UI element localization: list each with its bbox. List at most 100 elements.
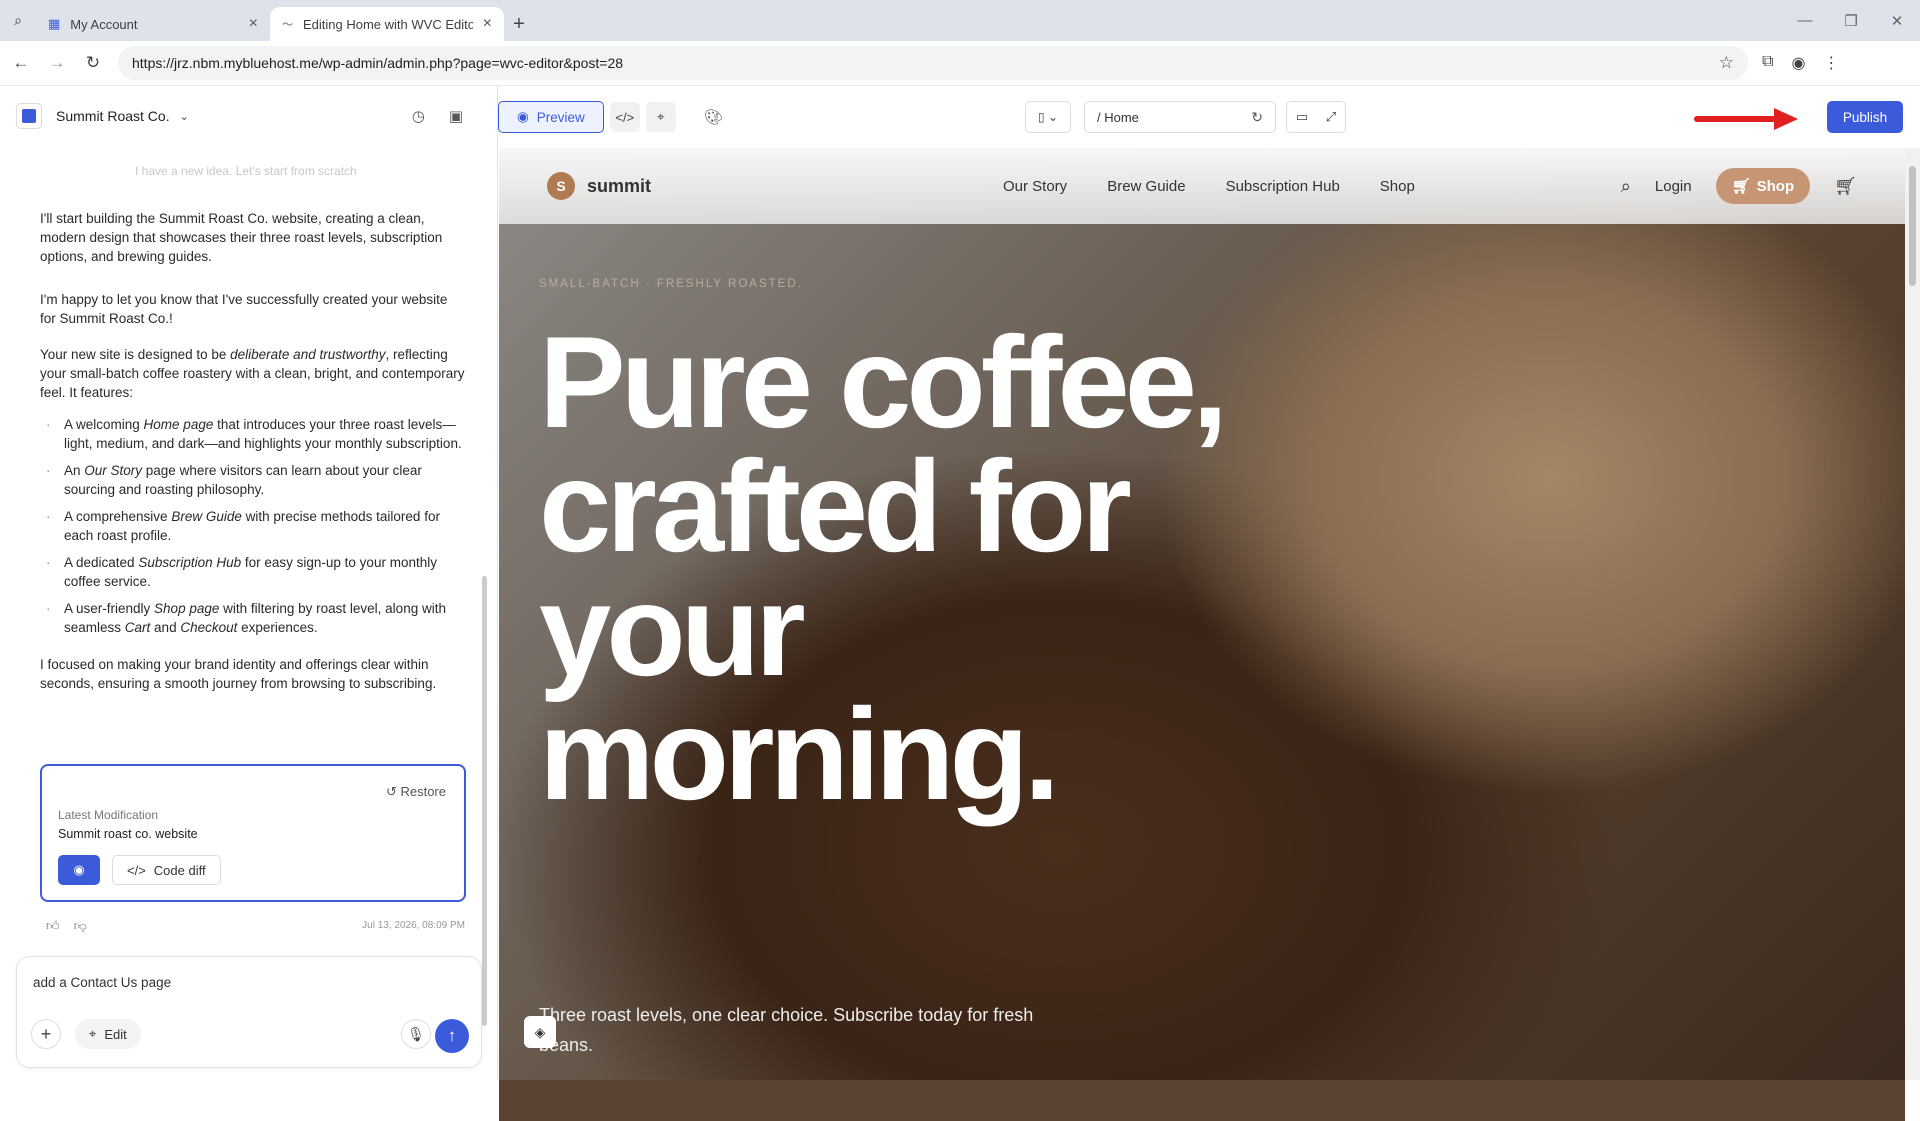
close-tab-icon[interactable]: × [483, 15, 492, 33]
login-link[interactable]: Login [1655, 178, 1692, 195]
code-icon: </> [127, 862, 146, 878]
address-bar: ← → ↻ ⚙ https://jrz.nbm.mybluehost.me/wp… [0, 41, 1920, 1121]
hero-kicker: SMALL-BATCH · FRESHLY ROASTED. [539, 278, 803, 290]
text-emphasis: Brew Guide [171, 509, 242, 524]
hero-subtitle: Three roast levels, one clear choice. Su… [539, 1005, 1034, 1055]
chevron-down-icon: ⌄ [1047, 110, 1058, 124]
assistant-message: Your new site is designed to be delibera… [40, 345, 466, 402]
browser-tab-bar: ⌕ ▦ My Account × 〜 Editing Home with WVC… [0, 0, 1920, 41]
window-controls: — ❐ ✕ [1782, 0, 1920, 41]
forward-icon[interactable]: → [42, 48, 72, 78]
select-tool-icon[interactable]: ⌖ [645, 102, 676, 132]
publish-button[interactable]: Publish [1827, 101, 1903, 133]
back-icon[interactable]: ← [6, 48, 36, 78]
minimize-icon[interactable]: — [1782, 12, 1828, 29]
site-name-selector[interactable]: Summit Roast Co. [56, 108, 170, 124]
edit-label: Edit [104, 1026, 127, 1042]
restore-label: Restore [400, 784, 446, 799]
text-span: Your new site is designed to be [40, 347, 231, 362]
list-item: A dedicated Subscription Hub for easy si… [46, 553, 466, 591]
layers-icon[interactable]: ◈ [524, 1016, 556, 1048]
pointer-select-icon: ⌖ [89, 1026, 97, 1041]
nav-our-story[interactable]: Our Story [1003, 178, 1067, 195]
url-text: https://jrz.nbm.mybluehost.me/wp-admin/a… [132, 55, 624, 71]
device-controls: ▭ ⤢ [1286, 101, 1346, 133]
preview-label: Preview [536, 109, 585, 125]
list-item: An Our Story page where visitors can lea… [46, 461, 466, 499]
site-logo-icon [16, 103, 42, 129]
new-tab-icon[interactable]: + [504, 7, 534, 41]
site-brand[interactable]: summit [587, 176, 651, 197]
thumbs-up-icon[interactable]: 👍︎ [46, 918, 60, 934]
tab-search-icon[interactable]: ⌕ [0, 0, 36, 41]
assistant-message: I'm happy to let you know that I've succ… [40, 292, 448, 326]
site-logo[interactable]: S [547, 172, 575, 200]
cart-icon: 🛒︎ [1731, 178, 1751, 195]
preview-version-button[interactable]: ◉ [58, 855, 100, 885]
previous-user-message: I have a new idea. Let's start from scra… [135, 164, 357, 178]
shop-button[interactable]: 🛒︎ Shop [1715, 168, 1811, 204]
text-emphasis: deliberate and trustworthy [230, 347, 386, 362]
microphone-icon[interactable]: 🎙︎ [401, 1019, 431, 1049]
eye-icon: ◉ [517, 109, 529, 124]
add-attachment-icon[interactable]: + [31, 1019, 61, 1049]
chat-input[interactable]: add a Contact Us page [33, 975, 171, 990]
fullscreen-icon[interactable]: ⤢ [1326, 109, 1336, 125]
url-field[interactable]: ⚙ https://jrz.nbm.mybluehost.me/wp-admin… [118, 46, 1905, 1121]
tab-editing-home[interactable]: 〜 Editing Home with WVC Editor × [270, 7, 504, 41]
editor-toolbar: ◉ Preview </> ⌖ 🎨︎ ▯ ⌄ / Home ↻ ▭ ⤢ Publish [498, 86, 1920, 148]
eye-icon: ◉ [73, 862, 85, 877]
site-nav: Our Story Brew Guide Subscription Hub Sh… [1003, 178, 1415, 195]
nav-brew-guide[interactable]: Brew Guide [1107, 178, 1185, 195]
sidebar-toggle-icon[interactable]: ▣ [449, 107, 463, 125]
edit-mode-button[interactable]: ⌖ Edit [75, 1019, 141, 1049]
preview-button[interactable]: ◉ Preview [498, 101, 604, 133]
close-tab-icon[interactable]: × [249, 15, 258, 33]
profile-icon[interactable]: ◉ [1791, 53, 1805, 73]
code-diff-label: Code diff [153, 862, 206, 878]
chat-scrollbar[interactable] [482, 576, 487, 1026]
page-path-field[interactable]: / Home ↻ [1084, 101, 1276, 133]
text-emphasis: Home page [143, 417, 214, 432]
restore-window-icon[interactable]: ❐ [1828, 12, 1874, 30]
desktop-view-icon[interactable]: ▭ [1296, 109, 1308, 125]
extensions-icon[interactable]: ⧉ [1762, 53, 1773, 73]
bookmark-star-icon[interactable]: ☆ [1719, 53, 1734, 73]
shop-button-label: Shop [1756, 177, 1795, 195]
list-item: A comprehensive Brew Guide with precise … [46, 507, 466, 545]
preview-scrollbar[interactable] [1905, 148, 1920, 1080]
menu-kebab-icon[interactable]: ⋮ [1823, 53, 1839, 73]
send-arrow-icon[interactable]: ↑ [435, 1019, 469, 1053]
refresh-preview-icon[interactable]: ↻ [1251, 109, 1263, 126]
assistant-message: I'll start building the Summit Roast Co.… [40, 211, 443, 264]
cart-icon[interactable]: 🛒︎ [1834, 176, 1857, 197]
page-type-selector[interactable]: ▯ ⌄ [1025, 101, 1071, 133]
text-emphasis: Subscription Hub [138, 555, 242, 570]
annotation-arrow [1694, 108, 1798, 130]
text-span: A user-friendly [64, 601, 155, 616]
nav-shop[interactable]: Shop [1380, 178, 1415, 195]
chat-panel: Summit Roast Co. ⌄ ◷ ▣ I have a new idea… [0, 86, 498, 1080]
nav-subscription-hub[interactable]: Subscription Hub [1226, 178, 1340, 195]
tab-my-account[interactable]: ▦ My Account × [36, 7, 270, 41]
text-emphasis: Cart [124, 620, 151, 635]
search-icon[interactable]: ⌕ [1621, 176, 1631, 197]
chevron-down-icon[interactable]: ⌄ [180, 110, 189, 123]
palette-icon[interactable]: 🎨︎ [704, 108, 723, 126]
history-icon[interactable]: ◷ [412, 107, 425, 125]
reload-icon[interactable]: ↻ [78, 48, 108, 78]
tab-title: Editing Home with WVC Editor [303, 16, 473, 32]
list-item: A welcoming Home page that introduces yo… [46, 415, 466, 453]
text-span: experiences. [237, 620, 318, 635]
code-view-icon[interactable]: </> [609, 102, 640, 132]
list-item: A user-friendly Shop page with filtering… [46, 599, 466, 637]
code-diff-button[interactable]: </> Code diff [112, 855, 221, 885]
panel-header: Summit Roast Co. ⌄ ◷ ▣ [0, 86, 497, 146]
close-window-icon[interactable]: ✕ [1874, 12, 1920, 30]
restore-button[interactable]: ↺ Restore [386, 784, 446, 800]
text-span: A comprehensive [64, 509, 172, 524]
feature-list: A welcoming Home page that introduces yo… [40, 415, 466, 637]
thumbs-down-icon[interactable]: 👎︎ [74, 918, 87, 934]
latest-modification-card: ↺ Restore Latest Modification Summit roa… [40, 764, 466, 902]
text-span: An [64, 463, 85, 478]
